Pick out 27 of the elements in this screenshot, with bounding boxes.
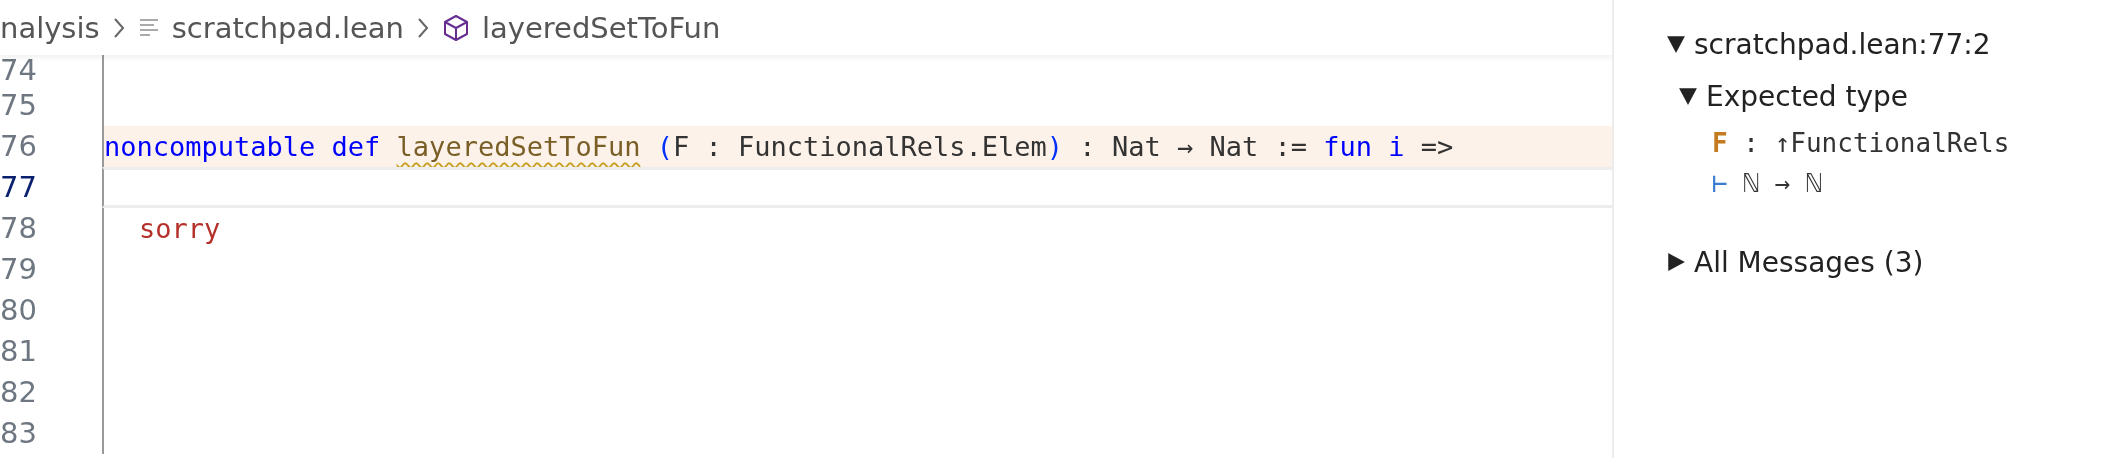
line-number: 77 bbox=[0, 173, 38, 202]
breadcrumb-item[interactable]: nalysis bbox=[0, 10, 100, 45]
line-number: 83 bbox=[0, 419, 38, 448]
line-number: 74 bbox=[0, 56, 38, 85]
code-line: sorry bbox=[139, 213, 221, 244]
line-number: 81 bbox=[0, 337, 38, 366]
line-number: 82 bbox=[0, 378, 38, 407]
expanded-triangle-icon[interactable] bbox=[1666, 34, 1686, 54]
position-heading[interactable]: scratchpad.lean:77:2 bbox=[1694, 27, 1991, 61]
line-number: 80 bbox=[0, 296, 38, 325]
text-file-icon bbox=[137, 17, 160, 38]
expanded-triangle-icon[interactable] bbox=[1678, 86, 1698, 106]
code-line: noncomputable def layeredSetToFun (F : FunctionalRels.Elem) : Nat → Nat := fun i => bbox=[104, 131, 1454, 162]
chevron-right-icon bbox=[111, 16, 126, 39]
cube-icon bbox=[441, 13, 470, 42]
hypothesis: F : ↑FunctionalRels bbox=[1712, 128, 2011, 158]
breadcrumb-item[interactable]: layeredSetToFun bbox=[481, 10, 721, 45]
chevron-right-icon bbox=[415, 16, 430, 39]
section-heading[interactable]: Expected type bbox=[1706, 79, 1909, 113]
line-number: 79 bbox=[0, 255, 38, 284]
line-number: 76 bbox=[0, 132, 38, 161]
messages-heading[interactable]: All Messages (3) bbox=[1694, 245, 1924, 279]
breadcrumb-item[interactable]: scratchpad.lean bbox=[171, 10, 404, 45]
collapsed-triangle-icon[interactable] bbox=[1666, 252, 1686, 272]
goal: ⊢ ℕ → ℕ bbox=[1712, 168, 1823, 198]
line-number: 78 bbox=[0, 214, 38, 243]
line-number: 75 bbox=[0, 91, 38, 120]
